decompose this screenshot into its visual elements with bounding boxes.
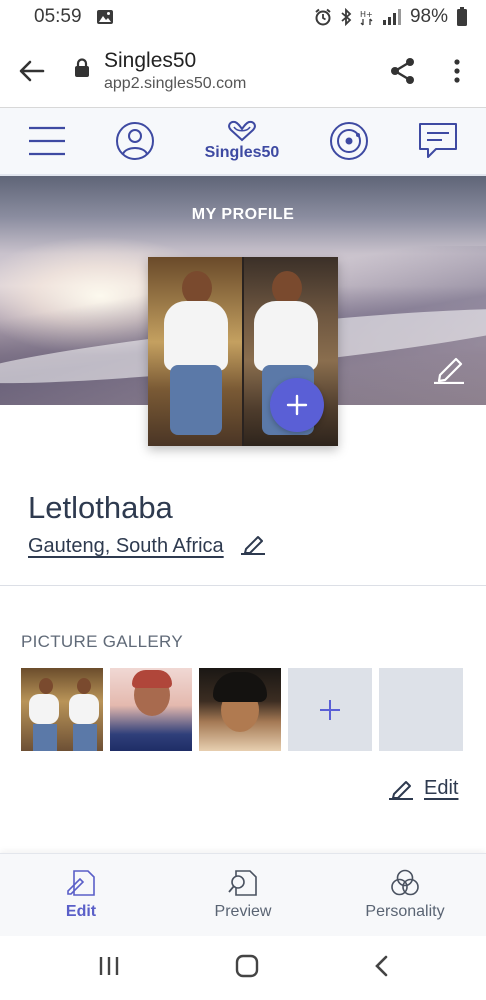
edit-location-button[interactable] bbox=[240, 533, 266, 560]
plus-icon bbox=[286, 394, 308, 416]
hamburger-icon bbox=[29, 126, 65, 156]
messages-nav-button[interactable] bbox=[418, 121, 458, 161]
gallery-edit-row[interactable]: Edit bbox=[388, 777, 458, 800]
system-back-button[interactable] bbox=[374, 955, 388, 982]
gallery-photo[interactable] bbox=[21, 668, 103, 751]
more-vertical-icon bbox=[454, 58, 460, 83]
profile-nav-button[interactable] bbox=[115, 121, 155, 161]
bluetooth-icon bbox=[340, 8, 352, 26]
edit-banner-button[interactable] bbox=[432, 354, 466, 389]
back-button[interactable] bbox=[0, 34, 64, 108]
singles50-logo[interactable]: Singles50 bbox=[204, 120, 280, 162]
share-button[interactable] bbox=[378, 34, 428, 108]
section-divider bbox=[0, 585, 486, 586]
gallery-photo[interactable] bbox=[110, 668, 192, 751]
android-navigation-bar bbox=[0, 936, 486, 1000]
battery-icon bbox=[456, 7, 468, 27]
tab-personality[interactable]: Personality bbox=[324, 854, 486, 936]
pencil-icon bbox=[434, 357, 464, 385]
home-button[interactable] bbox=[235, 954, 259, 983]
picture-gallery bbox=[21, 668, 463, 751]
banner-title: MY PROFILE bbox=[191, 206, 295, 223]
hplus-icon: H+ bbox=[360, 8, 374, 26]
recent-apps-button[interactable] bbox=[98, 956, 120, 981]
profile-name: Letlothaba bbox=[28, 490, 173, 525]
arrow-left-icon bbox=[19, 60, 45, 81]
edit-doc-icon bbox=[67, 870, 95, 896]
status-time: 05:59 bbox=[34, 6, 82, 27]
svg-text:H+: H+ bbox=[360, 10, 373, 19]
tab-edit-label: Edit bbox=[65, 903, 97, 920]
plus-icon bbox=[320, 699, 340, 720]
overflow-menu-button[interactable] bbox=[428, 34, 486, 108]
add-photo-button[interactable] bbox=[270, 378, 324, 432]
gallery-photo[interactable] bbox=[199, 668, 281, 751]
profile-photo-left bbox=[148, 257, 242, 446]
home-icon bbox=[235, 954, 259, 977]
pencil-icon bbox=[389, 780, 413, 800]
radar-icon bbox=[329, 122, 368, 160]
address-bar[interactable]: Singles50 app2.singles50.com bbox=[64, 48, 378, 94]
chat-bubble-icon bbox=[418, 123, 457, 158]
profile-location-link[interactable]: Gauteng, South Africa bbox=[28, 535, 224, 558]
lock-icon bbox=[74, 58, 90, 83]
preview-doc-icon bbox=[228, 870, 257, 896]
app-navigation: Singles50 bbox=[0, 108, 486, 176]
gallery-title: PICTURE GALLERY bbox=[21, 632, 183, 651]
battery-text: 98% bbox=[409, 6, 448, 27]
user-circle-icon bbox=[116, 122, 155, 160]
personality-circles-icon bbox=[391, 869, 419, 896]
browser-toolbar: Singles50 app2.singles50.com bbox=[0, 34, 486, 108]
tab-personality-label: Personality bbox=[365, 903, 445, 920]
signal-icon bbox=[382, 8, 402, 26]
share-icon bbox=[391, 57, 414, 84]
gallery-edit-link[interactable]: Edit bbox=[424, 777, 458, 800]
image-icon bbox=[96, 9, 114, 25]
site-url: app2.singles50.com bbox=[104, 74, 247, 92]
logo-text: Singles50 bbox=[204, 144, 280, 161]
pencil-icon bbox=[240, 536, 265, 555]
discover-nav-button[interactable] bbox=[329, 121, 369, 161]
tab-edit[interactable]: Edit bbox=[0, 854, 162, 936]
chevron-left-icon bbox=[375, 955, 388, 976]
hamburger-menu-button[interactable] bbox=[28, 126, 66, 156]
tab-preview-label: Preview bbox=[214, 903, 272, 920]
bottom-tab-bar: Edit Preview Personality bbox=[0, 853, 486, 936]
empty-gallery-slot[interactable] bbox=[379, 668, 463, 751]
tab-preview[interactable]: Preview bbox=[162, 854, 324, 936]
alarm-icon bbox=[314, 8, 332, 26]
recent-apps-icon bbox=[99, 956, 118, 975]
site-title: Singles50 bbox=[104, 48, 197, 72]
infinity-heart-icon bbox=[228, 120, 256, 142]
location-row: Gauteng, South Africa bbox=[28, 533, 266, 560]
add-gallery-photo-button[interactable] bbox=[288, 668, 372, 751]
status-bar: 05:59 H+ 98% bbox=[0, 0, 486, 34]
